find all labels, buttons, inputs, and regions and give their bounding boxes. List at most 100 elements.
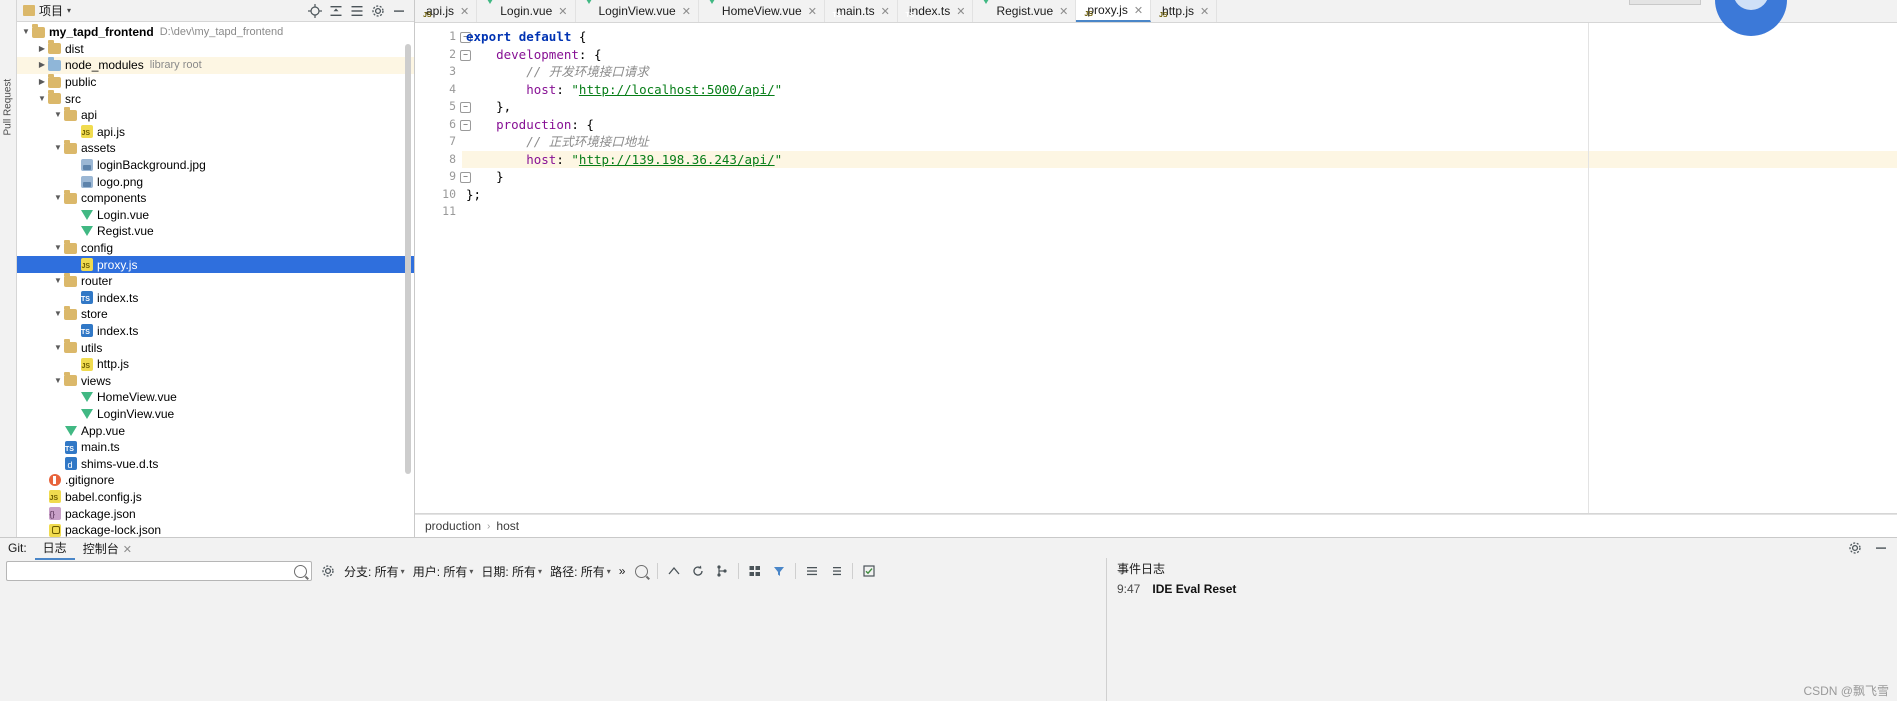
tab-log[interactable]: 日志 — [34, 537, 75, 560]
close-icon[interactable]: ✕ — [956, 5, 965, 18]
tree-row[interactable]: ▼ utils — [17, 339, 414, 356]
search-icon[interactable] — [294, 564, 307, 578]
chevron-right-icon[interactable]: ▶ — [37, 74, 47, 90]
breadcrumb[interactable]: production › host — [415, 514, 1897, 537]
close-icon[interactable]: ✕ — [881, 5, 890, 18]
editor-tab[interactable]: api.js ✕ — [415, 0, 478, 22]
event-log-row[interactable]: 9:47 IDE Eval Reset — [1107, 578, 1897, 596]
close-icon[interactable]: ✕ — [808, 5, 817, 18]
tree-row[interactable]: logo.png — [17, 173, 414, 190]
tree-row[interactable]: index.ts — [17, 290, 414, 308]
expand-all-icon[interactable] — [329, 4, 343, 18]
collapse-rows-icon[interactable] — [804, 563, 820, 579]
tree-row[interactable]: proxy.js — [17, 256, 414, 275]
gear-icon[interactable] — [371, 4, 385, 18]
tree-row[interactable]: ▶ public — [17, 73, 414, 91]
close-icon[interactable]: ✕ — [1134, 4, 1143, 17]
close-icon[interactable]: ✕ — [460, 5, 469, 18]
project-panel-title[interactable]: 项目 ▾ — [23, 2, 71, 19]
tree-root-row[interactable]: ▼ my_tapd_frontend D:\dev\my_tapd_fronte… — [17, 23, 414, 41]
tree-row[interactable]: http.js — [17, 356, 414, 375]
expand-rows-icon[interactable] — [828, 563, 844, 579]
tree-row[interactable]: shims-vue.d.ts — [17, 455, 414, 473]
close-icon[interactable]: ✕ — [123, 544, 132, 556]
tree-row[interactable]: ▼ config — [17, 239, 414, 257]
chevron-down-icon[interactable]: ▼ — [21, 24, 31, 40]
chevron-down-icon[interactable]: ▼ — [53, 373, 63, 389]
tree-row[interactable]: package.json — [17, 505, 414, 523]
tree-row[interactable]: App.vue — [17, 422, 414, 439]
tree-row[interactable]: index.ts — [17, 323, 414, 341]
tree-row[interactable]: loginBackground.jpg — [17, 157, 414, 174]
filter-branch[interactable]: 分支: 所有 ▾ — [344, 563, 405, 580]
chevron-down-icon[interactable]: ▾ — [607, 567, 611, 576]
chevron-down-icon[interactable]: ▾ — [538, 567, 542, 576]
chevron-down-icon[interactable]: ▼ — [53, 340, 63, 356]
branch-graph-icon[interactable] — [714, 563, 730, 579]
chevron-down-icon[interactable]: ▾ — [469, 567, 473, 576]
filter-path[interactable]: 路径: 所有 ▾ — [550, 563, 611, 580]
tree-row[interactable]: Regist.vue — [17, 223, 414, 240]
breadcrumb-item-1[interactable]: host — [496, 519, 519, 533]
tree-row[interactable]: main.ts — [17, 439, 414, 458]
chevron-down-icon[interactable]: ▾ — [401, 567, 405, 576]
checklist-icon[interactable] — [861, 563, 877, 579]
tree-row[interactable]: ▼ assets — [17, 139, 414, 157]
git-log-filter-bar[interactable]: 分支: 所有 ▾ 用户: 所有 ▾ 日期: 所有 ▾ 路径: 所有 ▾ » — [0, 558, 1106, 584]
chevron-down-icon[interactable]: ▼ — [53, 240, 63, 256]
tree-row[interactable]: ▼ src — [17, 90, 414, 107]
tree-row[interactable]: ▼ views — [17, 372, 414, 389]
tree-row[interactable]: ▼ store — [17, 305, 414, 323]
filter-overflow[interactable]: » — [619, 564, 626, 578]
project-tree[interactable]: ▼ my_tapd_frontend D:\dev\my_tapd_fronte… — [17, 22, 414, 537]
editor-tab[interactable]: Regist.vue ✕ — [973, 0, 1077, 22]
locate-icon[interactable] — [308, 3, 322, 18]
grid-view-icon[interactable] — [747, 563, 763, 579]
tree-row[interactable]: babel.config.js — [17, 489, 414, 507]
gear-icon[interactable] — [320, 563, 336, 579]
tree-row[interactable]: ▼ api — [17, 106, 414, 124]
tree-row[interactable]: HomeView.vue — [17, 389, 414, 406]
editor-tab[interactable]: proxy.js ✕ — [1076, 0, 1152, 22]
tree-row[interactable]: api.js — [17, 124, 414, 142]
chevron-right-icon[interactable]: ▶ — [37, 41, 47, 57]
close-icon[interactable]: ✕ — [1059, 5, 1068, 18]
git-tool-tab-bar[interactable]: Git: 日志 控制台 ✕ — [0, 537, 1897, 560]
editor-tab[interactable]: http.js ✕ — [1151, 0, 1218, 22]
close-icon[interactable]: ✕ — [558, 5, 567, 18]
breadcrumb-item-0[interactable]: production — [425, 519, 481, 533]
tree-row[interactable]: ▶ node_modules library root — [17, 56, 414, 74]
chevron-down-icon[interactable]: ▼ — [37, 91, 47, 107]
tree-row[interactable]: .gitignore — [17, 472, 414, 489]
tab-console[interactable]: 控制台 ✕ — [75, 538, 140, 559]
close-icon[interactable]: ✕ — [682, 5, 691, 18]
gear-icon[interactable] — [1847, 540, 1863, 556]
pull-request-tool-label[interactable]: Pull Request — [3, 76, 14, 136]
search-icon[interactable] — [633, 563, 649, 579]
tree-row[interactable]: LoginView.vue — [17, 406, 414, 423]
chevron-down-icon[interactable]: ▾ — [67, 6, 71, 15]
chevron-right-icon[interactable]: ▶ — [37, 57, 47, 73]
left-tool-strip[interactable]: Pull Request — [0, 0, 17, 537]
chevron-down-icon[interactable]: ▼ — [53, 107, 63, 123]
filter-date[interactable]: 日期: 所有 ▾ — [481, 563, 542, 580]
search-input[interactable] — [6, 561, 312, 581]
editor-tab[interactable]: LoginView.vue ✕ — [575, 0, 699, 22]
collapse-all-icon[interactable] — [350, 4, 364, 18]
tree-row[interactable]: ▶ dist — [17, 40, 414, 58]
tree-row[interactable]: Login.vue — [17, 207, 414, 224]
tree-row[interactable]: ▼ router — [17, 272, 414, 290]
tree-row[interactable]: ▼ components — [17, 189, 414, 207]
cherry-pick-icon[interactable] — [666, 563, 682, 579]
filter-icon[interactable] — [771, 563, 787, 579]
editor-tab[interactable]: index.ts ✕ — [897, 0, 974, 22]
editor-tab[interactable]: HomeView.vue ✕ — [698, 0, 825, 22]
chevron-down-icon[interactable]: ▼ — [53, 140, 63, 156]
close-icon[interactable]: ✕ — [1200, 5, 1209, 18]
chevron-down-icon[interactable]: ▼ — [53, 306, 63, 322]
chevron-down-icon[interactable]: ▼ — [53, 190, 63, 206]
code-editor[interactable]: 1−2−3 4 5−6−7 8 9−10 11 export default { deve… — [415, 23, 1897, 514]
filter-user[interactable]: 用户: 所有 ▾ — [413, 563, 474, 580]
refresh-icon[interactable] — [690, 563, 706, 579]
tree-row[interactable]: package-lock.json — [17, 522, 414, 537]
